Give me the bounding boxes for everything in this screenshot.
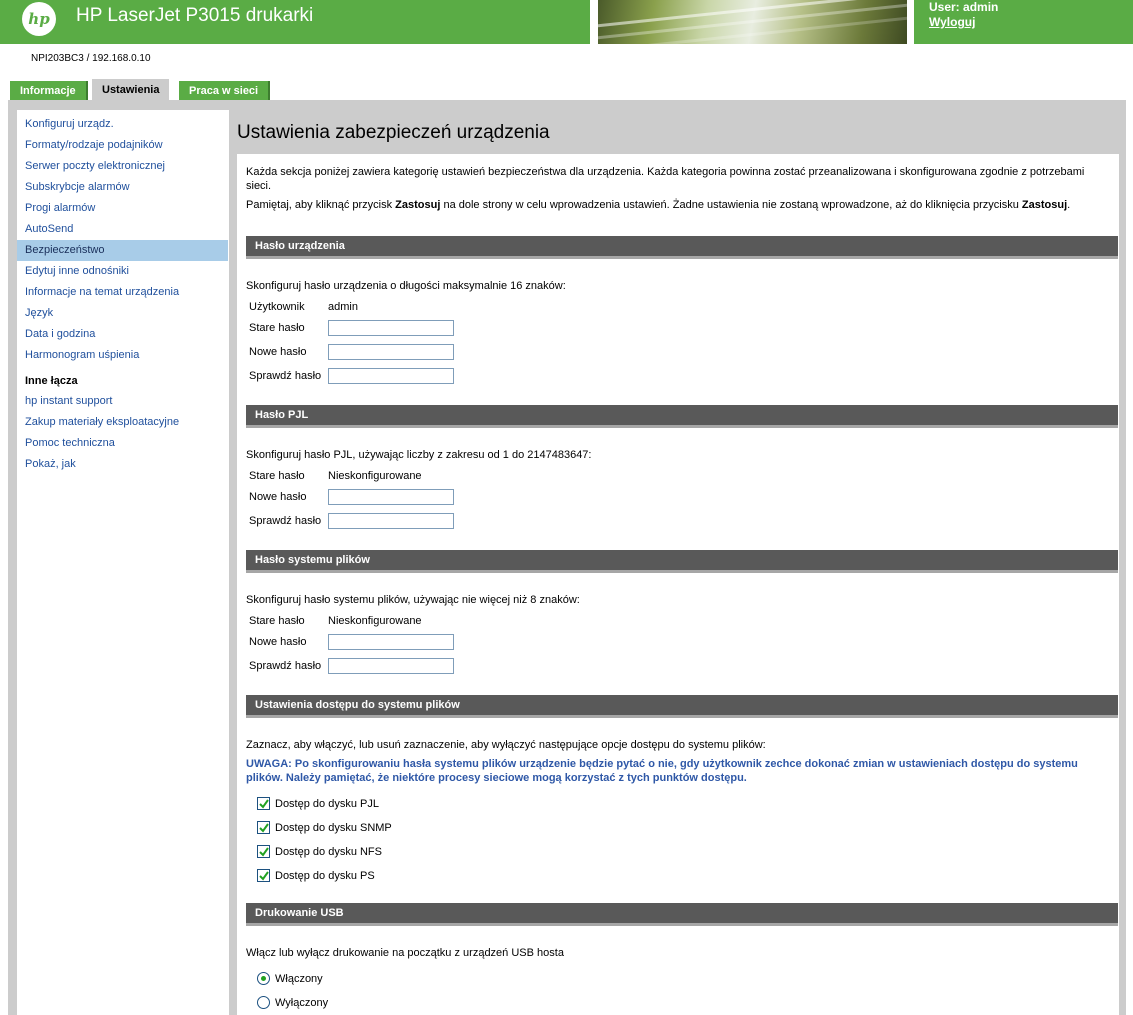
fs-access-description: Zaznacz, aby włączyć, lub usuń zaznaczen… — [246, 739, 766, 751]
section-fs-password-header: Hasło systemu plików — [246, 550, 1118, 573]
user-panel: User: admin Wyloguj — [914, 0, 1133, 44]
device-id: NPI203BC3 / 192.168.0.10 — [31, 53, 151, 64]
snmp-disk-access-checkbox[interactable] — [257, 821, 270, 834]
nfs-disk-access-label: Dostęp do dysku NFS — [275, 846, 382, 858]
user-field-value: admin — [328, 301, 358, 313]
pjl-old-password-label: Stare hasło — [249, 470, 305, 482]
nfs-disk-access-checkbox[interactable] — [257, 845, 270, 858]
link-zakup-materialy[interactable]: Zakup materiały eksploatacyjne — [17, 412, 228, 433]
sidebar-item-bezpieczenstwo[interactable]: Bezpieczeństwo — [17, 240, 228, 261]
app-title: HP LaserJet P3015 drukarki — [76, 5, 314, 26]
sidebar-item-formaty[interactable]: Formaty/rodzaje podajników — [17, 135, 228, 156]
pjl-new-password-label: Nowe hasło — [249, 491, 307, 503]
pjl-new-password-input[interactable] — [328, 489, 454, 505]
sidebar-item-jezyk[interactable]: Język — [17, 303, 228, 324]
device-verify-password-label: Sprawdź hasło — [249, 370, 322, 382]
pjl-disk-access-checkbox[interactable] — [257, 797, 270, 810]
fs-access-warning-note: UWAGA: Po skonfigurowaniu hasła systemu … — [246, 758, 1078, 784]
usb-disabled-label: Wyłączony — [275, 997, 329, 1009]
fs-new-password-label: Nowe hasło — [249, 636, 307, 648]
pjl-password-description: Skonfiguruj hasło PJL, używając liczby z… — [246, 449, 592, 461]
device-password-description: Skonfiguruj hasło urządzenia o długości … — [246, 280, 566, 292]
logout-link[interactable]: Wyloguj — [929, 15, 975, 29]
hp-logo: hp — [22, 2, 56, 36]
fs-password-description: Skonfiguruj hasło systemu plików, używaj… — [246, 594, 580, 606]
sidebar-item-harmonogram[interactable]: Harmonogram uśpienia — [17, 345, 228, 366]
sidebar-item-serwer-poczty[interactable]: Serwer poczty elektronicznej — [17, 156, 228, 177]
fs-new-password-input[interactable] — [328, 634, 454, 650]
ps-disk-access-label: Dostęp do dysku PS — [275, 870, 375, 882]
fs-verify-password-input[interactable] — [328, 658, 454, 674]
sidebar-item-progi[interactable]: Progi alarmów — [17, 198, 228, 219]
device-old-password-input[interactable] — [328, 320, 454, 336]
section-device-password-header: Hasło urządzenia — [246, 236, 1118, 259]
sidebar-item-subskrybcje[interactable]: Subskrybcje alarmów — [17, 177, 228, 198]
link-hp-instant-support[interactable]: hp instant support — [17, 391, 228, 412]
fs-old-password-label: Stare hasło — [249, 615, 305, 627]
sidebar-item-data-godzina[interactable]: Data i godzina — [17, 324, 228, 345]
device-verify-password-input[interactable] — [328, 368, 454, 384]
page-title-bar: Ustawienia zabezpieczeń urządzenia — [231, 112, 1119, 152]
other-links-heading: Inne łącza — [25, 375, 78, 387]
usb-enabled-radio[interactable] — [257, 972, 270, 985]
header-photo — [598, 0, 907, 44]
fs-verify-password-label: Sprawdź hasło — [249, 660, 322, 672]
link-pomoc-techniczna[interactable]: Pomoc techniczna — [17, 433, 228, 454]
header-banner: hp HP LaserJet P3015 drukarki — [0, 0, 590, 44]
fs-old-password-value: Nieskonfigurowane — [328, 615, 422, 627]
snmp-disk-access-label: Dostęp do dysku SNMP — [275, 822, 392, 834]
ps-disk-access-checkbox[interactable] — [257, 869, 270, 882]
pjl-disk-access-label: Dostęp do dysku PJL — [275, 798, 379, 810]
usb-disabled-radio[interactable] — [257, 996, 270, 1009]
sidebar-item-informacje-urzadzenia[interactable]: Informacje na temat urządzenia — [17, 282, 228, 303]
section-fs-access-header: Ustawienia dostępu do systemu plików — [246, 695, 1118, 718]
sidebar-item-edytuj-odnosniki[interactable]: Edytuj inne odnośniki — [17, 261, 228, 282]
link-pokaz-jak[interactable]: Pokaż, jak — [17, 454, 228, 475]
user-field-label: Użytkownik — [249, 301, 305, 313]
section-pjl-password-header: Hasło PJL — [246, 405, 1118, 428]
usb-enabled-label: Włączony — [275, 973, 323, 985]
apply-reminder: Pamiętaj, aby kliknąć przycisk Zastosuj … — [246, 199, 1071, 211]
intro-text: Każda sekcja poniżej zawiera kategorię u… — [246, 166, 1085, 192]
sidebar: Konfiguruj urządz. Formaty/rodzaje podaj… — [17, 110, 229, 1015]
tab-praca-w-sieci[interactable]: Praca w sieci — [179, 81, 271, 100]
pjl-verify-password-input[interactable] — [328, 513, 454, 529]
page-title: Ustawienia zabezpieczeń urządzenia — [237, 122, 550, 143]
device-new-password-label: Nowe hasło — [249, 346, 307, 358]
sidebar-item-konfiguruj[interactable]: Konfiguruj urządz. — [17, 114, 228, 135]
tab-ustawienia[interactable]: Ustawienia — [92, 79, 170, 101]
device-old-password-label: Stare hasło — [249, 322, 305, 334]
pjl-old-password-value: Nieskonfigurowane — [328, 470, 422, 482]
tab-informacje[interactable]: Informacje — [10, 81, 88, 100]
main-content: Każda sekcja poniżej zawiera kategorię u… — [237, 154, 1119, 1015]
sidebar-item-autosend[interactable]: AutoSend — [17, 219, 228, 240]
device-new-password-input[interactable] — [328, 344, 454, 360]
user-label: User: admin — [929, 0, 999, 14]
usb-printing-description: Włącz lub wyłącz drukowanie na początku … — [246, 947, 564, 959]
pjl-verify-password-label: Sprawdź hasło — [249, 515, 322, 527]
section-usb-printing-header: Drukowanie USB — [246, 903, 1118, 926]
